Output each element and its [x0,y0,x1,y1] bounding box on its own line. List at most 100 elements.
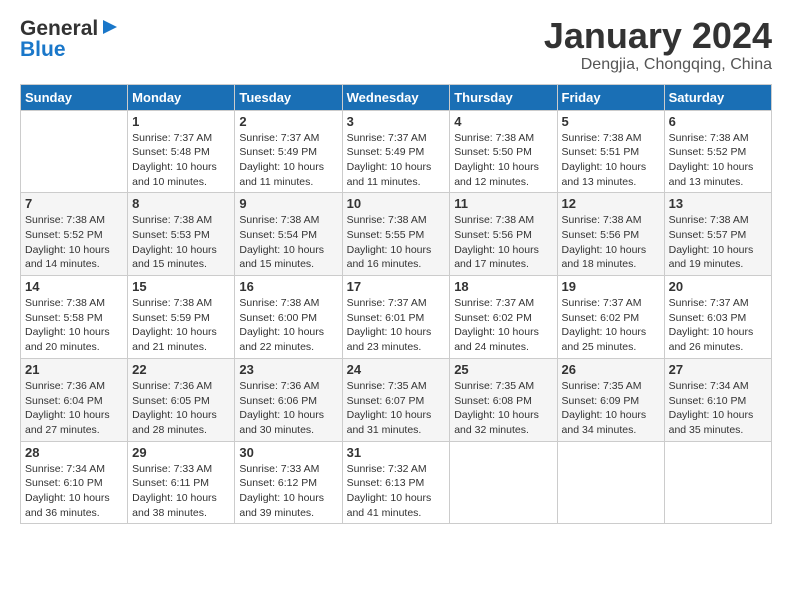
day-number: 2 [239,114,337,129]
day-info: Sunrise: 7:33 AMSunset: 6:11 PMDaylight:… [132,462,230,521]
day-info: Sunrise: 7:38 AMSunset: 5:51 PMDaylight:… [562,131,660,190]
day-number: 1 [132,114,230,129]
day-of-week-header: Wednesday [342,84,450,110]
calendar-cell: 31Sunrise: 7:32 AMSunset: 6:13 PMDayligh… [342,441,450,524]
day-info: Sunrise: 7:34 AMSunset: 6:10 PMDaylight:… [25,462,123,521]
day-info: Sunrise: 7:35 AMSunset: 6:07 PMDaylight:… [347,379,446,438]
day-number: 18 [454,279,552,294]
day-number: 29 [132,445,230,460]
calendar-cell: 27Sunrise: 7:34 AMSunset: 6:10 PMDayligh… [664,358,771,441]
calendar-page: General Blue January 2024 Dengjia, Chong… [0,0,792,534]
logo: General Blue [20,16,119,60]
day-info: Sunrise: 7:38 AMSunset: 5:57 PMDaylight:… [669,213,767,272]
day-info: Sunrise: 7:38 AMSunset: 5:55 PMDaylight:… [347,213,446,272]
calendar-cell [664,441,771,524]
day-number: 16 [239,279,337,294]
day-info: Sunrise: 7:38 AMSunset: 5:58 PMDaylight:… [25,296,123,355]
day-info: Sunrise: 7:38 AMSunset: 5:52 PMDaylight:… [25,213,123,272]
day-number: 25 [454,362,552,377]
day-number: 30 [239,445,337,460]
title-block: January 2024 Dengjia, Chongqing, China [544,16,772,74]
calendar-week-row: 1 Sunrise: 7:37 AMSunset: 5:48 PMDaylight… [21,110,772,193]
calendar-cell: 5 Sunrise: 7:38 AMSunset: 5:51 PMDaylight… [557,110,664,193]
calendar-week-row: 28Sunrise: 7:34 AMSunset: 6:10 PMDayligh… [21,441,772,524]
calendar-cell: 9Sunrise: 7:38 AMSunset: 5:54 PMDaylight… [235,193,342,276]
day-info: Sunrise: 7:34 AMSunset: 6:10 PMDaylight:… [669,379,767,438]
day-number: 5 [562,114,660,129]
day-info: Sunrise: 7:33 AMSunset: 6:12 PMDaylight:… [239,462,337,521]
location: Dengjia, Chongqing, China [544,56,772,74]
calendar-cell: 19Sunrise: 7:37 AMSunset: 6:02 PMDayligh… [557,276,664,359]
day-info: Sunrise: 7:37 AMSunset: 5:48 PMDaylight:… [132,131,230,190]
day-info: Sunrise: 7:38 AMSunset: 5:56 PMDaylight:… [454,213,552,272]
day-of-week-header: Saturday [664,84,771,110]
day-number: 20 [669,279,767,294]
day-of-week-header: Friday [557,84,664,110]
day-info: Sunrise: 7:38 AMSunset: 5:50 PMDaylight:… [454,131,552,190]
logo-blue-text: Blue [20,39,66,60]
day-info: Sunrise: 7:38 AMSunset: 5:56 PMDaylight:… [562,213,660,272]
calendar-table: SundayMondayTuesdayWednesdayThursdayFrid… [20,84,772,525]
day-number: 8 [132,196,230,211]
calendar-cell: 28Sunrise: 7:34 AMSunset: 6:10 PMDayligh… [21,441,128,524]
day-info: Sunrise: 7:36 AMSunset: 6:04 PMDaylight:… [25,379,123,438]
calendar-cell: 24 Sunrise: 7:35 AMSunset: 6:07 PMDayligh… [342,358,450,441]
calendar-cell: 15Sunrise: 7:38 AMSunset: 5:59 PMDayligh… [128,276,235,359]
calendar-cell: 6 Sunrise: 7:38 AMSunset: 5:52 PMDaylight… [664,110,771,193]
day-number: 21 [25,362,123,377]
calendar-cell: 4 Sunrise: 7:38 AMSunset: 5:50 PMDaylight… [450,110,557,193]
day-number: 14 [25,279,123,294]
calendar-cell: 14 Sunrise: 7:38 AMSunset: 5:58 PMDayligh… [21,276,128,359]
day-of-week-header: Thursday [450,84,557,110]
day-of-week-header: Sunday [21,84,128,110]
day-info: Sunrise: 7:38 AMSunset: 6:00 PMDaylight:… [239,296,337,355]
calendar-cell: 2 Sunrise: 7:37 AMSunset: 5:49 PMDaylight… [235,110,342,193]
calendar-week-row: 21 Sunrise: 7:36 AMSunset: 6:04 PMDayligh… [21,358,772,441]
day-info: Sunrise: 7:37 AMSunset: 5:49 PMDaylight:… [347,131,446,190]
day-info: Sunrise: 7:37 AMSunset: 6:03 PMDaylight:… [669,296,767,355]
day-number: 9 [239,196,337,211]
day-number: 3 [347,114,446,129]
calendar-cell: 11Sunrise: 7:38 AMSunset: 5:56 PMDayligh… [450,193,557,276]
calendar-cell: 21 Sunrise: 7:36 AMSunset: 6:04 PMDayligh… [21,358,128,441]
calendar-cell [21,110,128,193]
calendar-cell: 30 Sunrise: 7:33 AMSunset: 6:12 PMDayligh… [235,441,342,524]
day-number: 24 [347,362,446,377]
logo-arrow-icon [101,18,119,41]
calendar-header-row: SundayMondayTuesdayWednesdayThursdayFrid… [21,84,772,110]
calendar-cell: 20 Sunrise: 7:37 AMSunset: 6:03 PMDayligh… [664,276,771,359]
day-info: Sunrise: 7:38 AMSunset: 5:53 PMDaylight:… [132,213,230,272]
day-info: Sunrise: 7:36 AMSunset: 6:05 PMDaylight:… [132,379,230,438]
day-info: Sunrise: 7:38 AMSunset: 5:59 PMDaylight:… [132,296,230,355]
day-number: 4 [454,114,552,129]
calendar-cell: 23Sunrise: 7:36 AMSunset: 6:06 PMDayligh… [235,358,342,441]
calendar-cell [557,441,664,524]
day-number: 23 [239,362,337,377]
day-info: Sunrise: 7:37 AMSunset: 5:49 PMDaylight:… [239,131,337,190]
calendar-cell: 29 Sunrise: 7:33 AMSunset: 6:11 PMDayligh… [128,441,235,524]
day-info: Sunrise: 7:35 AMSunset: 6:08 PMDaylight:… [454,379,552,438]
calendar-cell: 16 Sunrise: 7:38 AMSunset: 6:00 PMDayligh… [235,276,342,359]
month-title: January 2024 [544,16,772,56]
day-of-week-header: Monday [128,84,235,110]
day-info: Sunrise: 7:37 AMSunset: 6:01 PMDaylight:… [347,296,446,355]
day-number: 26 [562,362,660,377]
calendar-week-row: 7 Sunrise: 7:38 AMSunset: 5:52 PMDaylight… [21,193,772,276]
calendar-cell: 25 Sunrise: 7:35 AMSunset: 6:08 PMDayligh… [450,358,557,441]
day-number: 12 [562,196,660,211]
day-info: Sunrise: 7:35 AMSunset: 6:09 PMDaylight:… [562,379,660,438]
day-info: Sunrise: 7:37 AMSunset: 6:02 PMDaylight:… [454,296,552,355]
day-info: Sunrise: 7:38 AMSunset: 5:52 PMDaylight:… [669,131,767,190]
calendar-cell: 3 Sunrise: 7:37 AMSunset: 5:49 PMDaylight… [342,110,450,193]
logo-general-text: General [20,18,98,39]
calendar-week-row: 14 Sunrise: 7:38 AMSunset: 5:58 PMDayligh… [21,276,772,359]
calendar-cell: 12 Sunrise: 7:38 AMSunset: 5:56 PMDayligh… [557,193,664,276]
day-number: 7 [25,196,123,211]
calendar-cell: 17Sunrise: 7:37 AMSunset: 6:01 PMDayligh… [342,276,450,359]
day-number: 31 [347,445,446,460]
header: General Blue January 2024 Dengjia, Chong… [20,16,772,74]
calendar-cell: 7 Sunrise: 7:38 AMSunset: 5:52 PMDaylight… [21,193,128,276]
calendar-cell: 22Sunrise: 7:36 AMSunset: 6:05 PMDayligh… [128,358,235,441]
calendar-cell: 13Sunrise: 7:38 AMSunset: 5:57 PMDayligh… [664,193,771,276]
day-number: 6 [669,114,767,129]
